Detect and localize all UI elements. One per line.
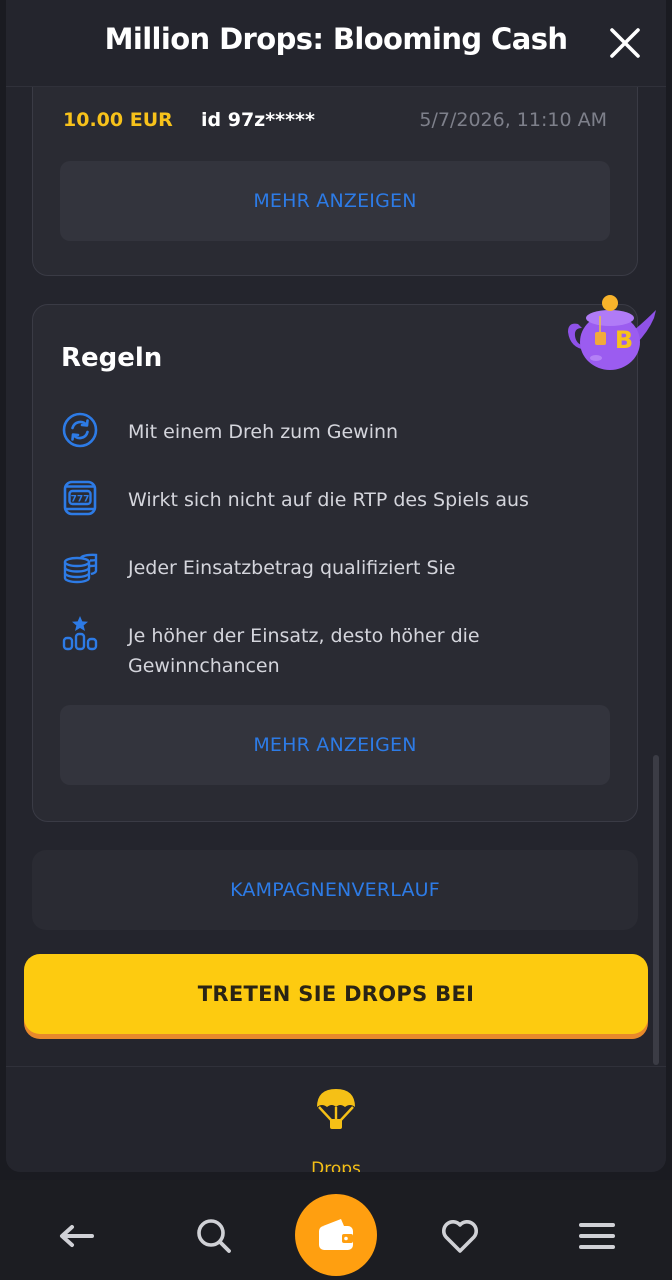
bottom-navigation: [0, 1180, 672, 1280]
coins-icon: [63, 553, 98, 584]
drops-modal: Million Drops: Blooming Cash 10.00 EUR i…: [6, 0, 666, 1172]
slot-machine-icon: 777: [63, 480, 97, 516]
winners-show-more-button[interactable]: MEHR ANZEIGEN: [60, 161, 610, 241]
menu-icon[interactable]: [575, 1214, 619, 1258]
winner-user: id 97z*****: [201, 109, 315, 131]
rules-card: Regeln Mit einem Dreh zum Gewinn 777 Wir…: [32, 304, 638, 822]
scrollbar[interactable]: [653, 755, 659, 1065]
rules-title: Regeln: [61, 343, 163, 373]
leaderboard-icon: [62, 616, 98, 651]
join-drops-button[interactable]: TRETEN SIE DROPS BEI: [24, 954, 648, 1034]
rule-text: Je höher der Einsatz, desto höher die Ge…: [128, 625, 480, 677]
winner-date: 5/7/2026, 11:10 AM: [419, 109, 607, 131]
rule-text: Wirkt sich nicht auf die RTP des Spiels …: [128, 489, 529, 511]
modal-tabbar: Drops: [6, 1066, 666, 1172]
rule-text: Jeder Einsatzbetrag qualifiziert Sie: [128, 557, 456, 579]
page-title: Million Drops: Blooming Cash: [104, 22, 568, 56]
search-icon[interactable]: [192, 1214, 236, 1258]
modal-content[interactable]: 10.00 EUR id 97z***** 5/7/2026, 11:10 AM…: [6, 86, 666, 1066]
winners-card: 10.00 EUR id 97z***** 5/7/2026, 11:10 AM…: [32, 86, 638, 276]
wallet-button[interactable]: [295, 1194, 377, 1276]
svg-text:777: 777: [71, 495, 90, 505]
rule-text: Mit einem Dreh zum Gewinn: [128, 421, 399, 443]
winner-amount: 10.00 EUR: [63, 109, 173, 131]
parachute-icon: [317, 1089, 355, 1129]
wallet-icon: [319, 1219, 353, 1250]
tab-drops[interactable]: Drops: [286, 1087, 386, 1172]
modal-header: Million Drops: Blooming Cash: [6, 0, 666, 87]
campaign-history-button[interactable]: KAMPAGNENVERLAUF: [32, 850, 638, 930]
heart-icon[interactable]: [438, 1214, 482, 1258]
winner-row: 10.00 EUR id 97z***** 5/7/2026, 11:10 AM: [63, 101, 607, 137]
rules-show-more-button[interactable]: MEHR ANZEIGEN: [60, 705, 610, 785]
refresh-icon: [62, 412, 98, 448]
svg-text:B: B: [615, 326, 633, 354]
back-arrow-icon[interactable]: [54, 1214, 98, 1258]
tab-drops-label: Drops: [311, 1159, 361, 1172]
teapot-mascot-icon: B: [568, 295, 656, 370]
close-icon[interactable]: [608, 26, 642, 60]
